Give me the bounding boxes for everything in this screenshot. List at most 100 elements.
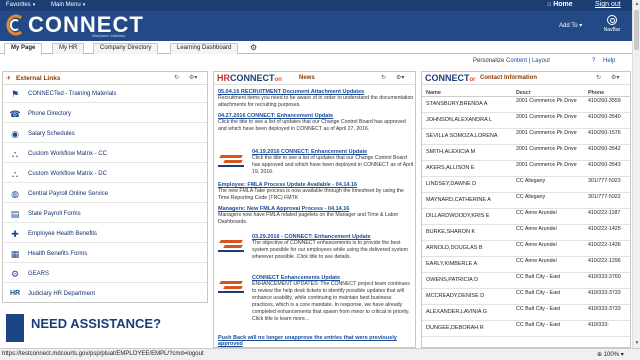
navbar-button[interactable]: NavBar xyxy=(598,14,626,40)
table-row: MAYNARD,CATHERINE A CC Allegany 301/777-59… xyxy=(422,193,630,209)
forms-icon: ▤ xyxy=(10,209,20,219)
refresh-icon[interactable]: ↻ xyxy=(174,74,179,81)
table-header-row: Name Descr Phone xyxy=(422,89,630,97)
news-item: Push Back will no longer unapprove the e… xyxy=(218,335,397,347)
external-link-item[interactable]: ⚙ GEARS xyxy=(3,265,207,283)
home-link[interactable]: ⌂ Home xyxy=(547,1,573,8)
external-link-item[interactable]: ▦ Health Benefits Forms xyxy=(3,245,207,263)
external-link-item[interactable]: ⛬ Custom Workflow Matrix - CC xyxy=(3,145,207,163)
table-row: EARLY,KIMBERLE A CC Anne Arundel 410/222-1… xyxy=(422,257,630,273)
table-row: ALEXANDER,LAVINIA G CC Balt City - East 41… xyxy=(422,305,630,321)
table-row: BURKE,SHARON K CC Anne Arundel 410/222-142… xyxy=(422,225,630,241)
add-to-menu[interactable]: Add To ▾ xyxy=(559,22,582,29)
column-header-phone: Phone xyxy=(588,90,605,96)
scroll-thumb[interactable] xyxy=(634,10,639,50)
external-link-item[interactable]: ⚑ CONNECTed - Training Materials xyxy=(3,85,207,103)
sign-out-link[interactable]: Sign out xyxy=(595,1,621,8)
table-row: OWENS,PATRICIA D CC Balt City - East 410/3… xyxy=(422,273,630,289)
connect-swoosh-icon xyxy=(218,152,246,168)
hr-connect-logo: HRCONNECTon xyxy=(217,73,282,83)
pagelet-title: News xyxy=(299,75,315,81)
status-url: https://testconnect.mdcourts.gov/psp/ptu… xyxy=(2,351,204,357)
connect-logo: CONNECTor xyxy=(425,73,476,83)
table-row: ARNOLD,DOUGLAS B CC Anne Arundel 410/222-1… xyxy=(422,241,630,257)
news-item: Employee: FMLA Process Update Available … xyxy=(218,182,404,201)
news-item: 04.19.2016 CONNECT: Enhancement Update C… xyxy=(252,149,414,175)
tab-learning-dashboard[interactable]: Learning Dashboard xyxy=(170,43,239,54)
external-link-item[interactable]: ▤ State Payroll Forms xyxy=(3,205,207,223)
hr-icon: HR xyxy=(9,290,21,297)
external-links-pagelet: ✈ External Links ↻ ⚙▾ ⚑ CONNECTed - Trai… xyxy=(2,71,208,303)
header: CONNECT Maryland Judiciary Add To ▾ NavB… xyxy=(0,11,632,41)
gears-icon: ⚙ xyxy=(10,269,20,279)
tab-settings-gear-icon[interactable]: ⚙ xyxy=(250,43,257,52)
personalize-layout-link[interactable]: Layout xyxy=(532,58,550,64)
assistance-bar-graphic xyxy=(6,314,24,342)
pagelet-options-icon[interactable]: ⚙▾ xyxy=(189,74,197,81)
tab-my-page[interactable]: My Page xyxy=(4,43,43,55)
refresh-icon[interactable]: ↻ xyxy=(381,74,386,81)
org-chart-icon: ⛬ xyxy=(11,149,19,159)
connect-swoosh-icon xyxy=(218,278,246,294)
pagelet-title: Contact Information xyxy=(480,75,537,81)
pagelet-header: CONNECTor Contact Information ↻ ⚙▾ xyxy=(422,72,630,85)
portal-window: Favorites ▾ Main Menu ▾ ⌂ Home Sign out CO… xyxy=(0,0,640,360)
personalize-content-link[interactable]: Content xyxy=(506,58,527,64)
column-header-descr: Descr xyxy=(516,90,531,96)
need-assistance-banner[interactable]: NEED ASSISTANCE? xyxy=(2,310,208,346)
pagelet-title: External Links xyxy=(16,75,61,82)
favorites-menu[interactable]: Favorites ▾ xyxy=(6,2,35,8)
salary-icon: ◉ xyxy=(11,129,19,139)
table-row: DILLARDWOODY,KRIS E CC Anne Arundel 410/22… xyxy=(422,209,630,225)
page-scrollbar[interactable]: ▲ ▼ xyxy=(632,0,640,348)
table-row: STANSBURY,BRENDA A 2001 Commerce Pk Drive… xyxy=(422,97,630,113)
help-link[interactable]: Help xyxy=(603,58,615,64)
scroll-down-icon[interactable]: ▼ xyxy=(634,340,640,346)
news-list: 05.04.16 RECRUITMENT Document Attachment… xyxy=(214,86,415,347)
brand-subtitle: Maryland Judiciary xyxy=(92,33,126,38)
compass-icon xyxy=(607,15,617,25)
hr-news-pagelet: HRCONNECTon News ↻ ⚙▾ 05.04.16 RECRUITME… xyxy=(213,71,416,348)
connect-logo-icon xyxy=(6,14,23,36)
contact-information-pagelet: CONNECTor Contact Information ↻ ⚙▾ Name … xyxy=(421,71,631,348)
caret-down-icon: ▾ xyxy=(82,2,86,8)
table-row: MCCREADY,DENISE D CC Balt City - East 410/… xyxy=(422,289,630,305)
navbar-label: NavBar xyxy=(603,27,621,33)
column-header-name: Name xyxy=(426,90,441,96)
news-item: CONNECT Enhancements Update ENHANCEMENT … xyxy=(252,275,410,322)
main-menu[interactable]: Main Menu ▾ xyxy=(51,2,85,8)
caret-down-icon: ▾ xyxy=(32,2,36,8)
table-row: JOHNSON,ALEXANDRA L 2001 Commerce Pk Driv… xyxy=(422,113,630,129)
external-link-item[interactable]: ✚ Employee Health Benefits xyxy=(3,225,207,243)
payroll-icon: ◍ xyxy=(11,189,19,199)
external-link-item[interactable]: HR Judiciary HR Department xyxy=(3,285,207,302)
scroll-up-icon[interactable]: ▲ xyxy=(634,1,640,7)
external-link-item[interactable]: ⛬ Custom Workflow Matrix - DC xyxy=(3,165,207,183)
pagelet-options-icon[interactable]: ⚙▾ xyxy=(396,74,404,81)
pagelet-options-icon[interactable]: ⚙▾ xyxy=(611,74,619,81)
table-row: SMITH,ALEXICIA M 2001 Commerce Pk Drive 41… xyxy=(422,145,630,161)
help-icon[interactable]: ? xyxy=(592,58,595,64)
news-item: 04.27.2016 CONNECT: Enhancement Update C… xyxy=(218,113,406,132)
refresh-icon[interactable]: ↻ xyxy=(596,74,601,81)
external-link-item[interactable]: ◍ Central Payroll Online Service xyxy=(3,185,207,203)
table-row: DUNGEE,DEBORAH R CC Balt City - East 410/3… xyxy=(422,321,630,337)
brand-title: CONNECT xyxy=(28,12,144,37)
external-link-item[interactable]: ☎ Phone Directory xyxy=(3,105,207,123)
tab-bar: My Page My HR Company Directory Learning… xyxy=(0,41,632,55)
external-link-item[interactable]: ◉ Salary Schedules xyxy=(3,125,207,143)
tab-my-hr[interactable]: My HR xyxy=(52,43,85,54)
home-icon: ⌂ xyxy=(547,1,552,8)
health-forms-icon: ▦ xyxy=(10,249,20,259)
table-row: AKERS,ALLISON E 2001 Commerce Pk Drive 410… xyxy=(422,161,630,177)
news-item: 05.04.16 RECRUITMENT Document Attachment… xyxy=(218,89,414,108)
tab-company-directory[interactable]: Company Directory xyxy=(93,43,159,54)
zoom-icon: ⊕ xyxy=(597,352,603,358)
external-links-icon: ✈ xyxy=(6,76,12,82)
news-item: Managers: New FMLA Approval Process - 04… xyxy=(218,206,399,225)
zoom-level[interactable]: ⊕ 100% ▾ xyxy=(597,351,624,358)
training-icon: ⚑ xyxy=(10,89,20,99)
browser-status-bar: https://testconnect.mdcourts.gov/psp/ptu… xyxy=(0,348,640,360)
personalize-links: Personalize Content | Layout xyxy=(473,58,550,64)
org-chart-icon: ⛬ xyxy=(11,169,19,179)
